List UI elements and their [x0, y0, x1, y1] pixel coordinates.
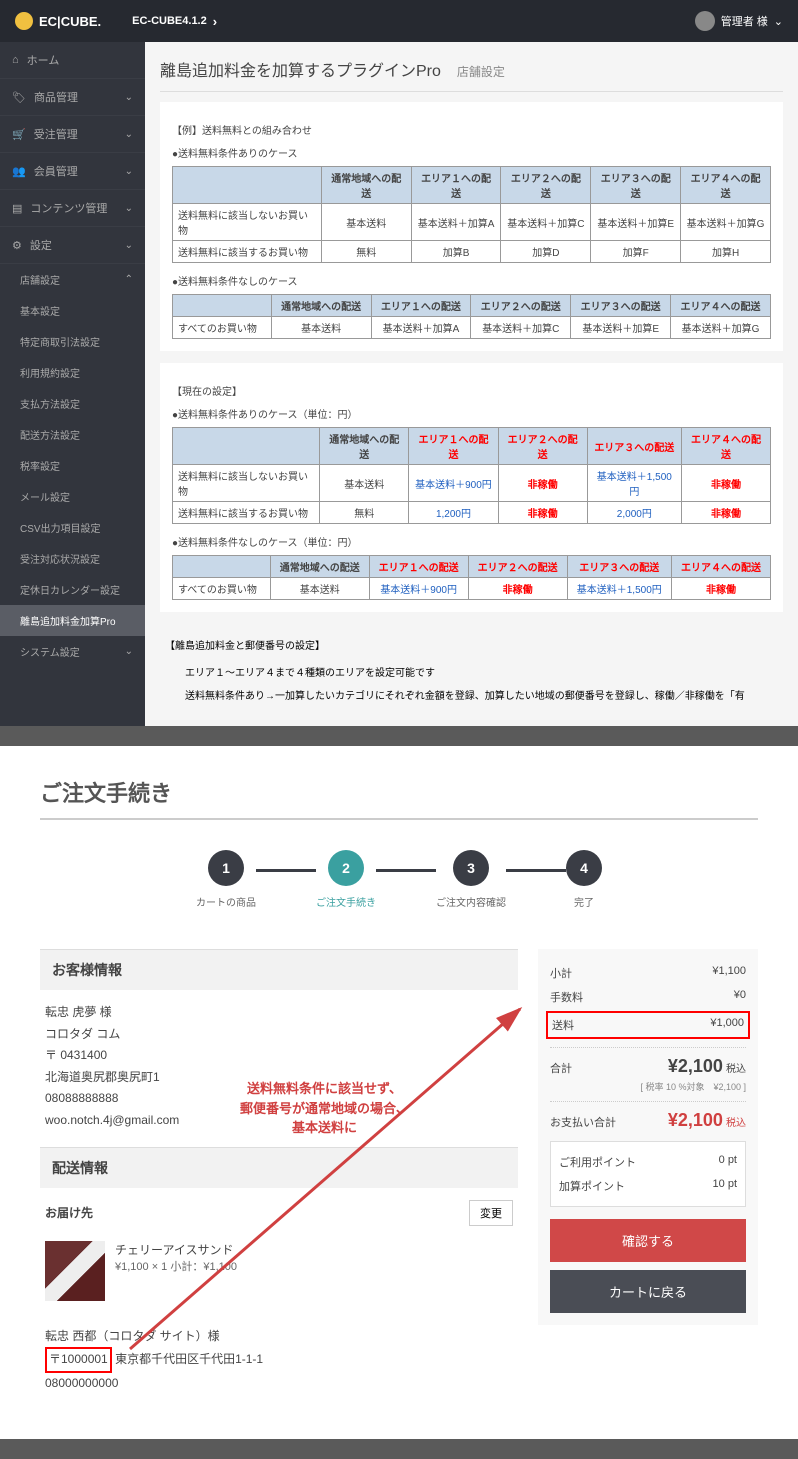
product-price: ¥1,100 × 1 小計：¥1,100: [115, 1258, 237, 1274]
bullet: ●送料無料条件なしのケース: [172, 273, 771, 288]
shipping-row-highlight: 送料¥1,000: [546, 1011, 750, 1039]
user-icon: [695, 11, 715, 31]
chevron-down-icon: ⌄: [774, 15, 783, 28]
nav-sub[interactable]: 定休日カレンダー設定: [0, 574, 145, 605]
chevron-down-icon: ⌄: [125, 646, 133, 657]
table-example-2: 通常地域への配送エリア１への配送エリア２への配送エリア３への配送エリア４への配送…: [172, 294, 771, 339]
table-current-2: 通常地域への配送エリア１への配送エリア２への配送エリア３への配送エリア４への配送…: [172, 555, 771, 600]
chevron-down-icon: ⌄: [125, 92, 133, 103]
card-current: 【現在の設定】 ●送料無料条件ありのケース（単位：円） 通常地域への配送エリア１…: [160, 363, 783, 612]
nav-sub[interactable]: 基本設定: [0, 295, 145, 326]
nav-members[interactable]: 👥会員管理⌄: [0, 153, 145, 190]
delivery-header: お届け先 変更: [40, 1200, 518, 1236]
card-heading: 【現在の設定】: [172, 383, 771, 398]
nav-shop-settings[interactable]: 店舗設定⌃: [0, 264, 145, 295]
step-3: 3: [453, 850, 489, 886]
nav-sub[interactable]: 利用規約設定: [0, 357, 145, 388]
gear-icon: ⚙: [12, 239, 22, 252]
shipping-info-heading: 配送情報: [40, 1147, 518, 1188]
nav-sub[interactable]: 支払方法設定: [0, 388, 145, 419]
product-row: チェリーアイスサンド ¥1,100 × 1 小計：¥1,100: [40, 1236, 518, 1306]
logo: EC|CUBE. EC-CUBE4.1.2 ›: [15, 12, 217, 30]
step-4: 4: [566, 850, 602, 886]
cart-icon: 🛒: [12, 128, 26, 141]
chevron-right-icon: ›: [213, 14, 217, 29]
brand: EC|CUBE.: [39, 14, 101, 29]
table-current-1: 通常地域への配送エリア１への配送エリア２への配送エリア３への配送エリア４への配送…: [172, 427, 771, 524]
step-2: 2: [328, 850, 364, 886]
chevron-down-icon: ⌄: [125, 129, 133, 140]
checkout-steps: 1カートの商品 2ご注文手続き 3ご注文内容確認 4完了: [40, 850, 758, 909]
nav-system[interactable]: システム設定⌄: [0, 636, 145, 667]
product-name: チェリーアイスサンド: [115, 1241, 237, 1258]
back-to-cart-button[interactable]: カートに戻る: [550, 1270, 746, 1313]
logo-icon: [15, 12, 33, 30]
bullet: ●送料無料条件ありのケース: [172, 145, 771, 160]
nav-sub[interactable]: 配送方法設定: [0, 419, 145, 450]
zip-highlight: 〒1000001: [45, 1347, 112, 1373]
page-title: 離島追加料金を加算するプラグインPro 店舗設定: [160, 57, 783, 92]
nav-sub[interactable]: 税率設定: [0, 450, 145, 481]
nav-sub[interactable]: 受注対応状況設定: [0, 543, 145, 574]
product-thumbnail: [45, 1241, 105, 1301]
card-example: 【例】送料無料との組み合わせ ●送料無料条件ありのケース 通常地域への配送エリア…: [160, 102, 783, 351]
nav-home[interactable]: ⌂ホーム: [0, 42, 145, 79]
user-label: 管理者 様: [721, 13, 768, 29]
version: EC-CUBE4.1.2: [132, 15, 207, 27]
card-heading: 【例】送料無料との組み合わせ: [172, 122, 771, 137]
card-heading: 【離島追加料金と郵便番号の設定】: [165, 637, 778, 652]
topbar: EC|CUBE. EC-CUBE4.1.2 › 管理者 様 ⌄: [0, 0, 798, 42]
table-example-1: 通常地域への配送エリア１への配送エリア２への配送エリア３への配送エリア４への配送…: [172, 166, 771, 263]
nav-contents[interactable]: ▤コンテンツ管理⌄: [0, 190, 145, 227]
chevron-down-icon: ⌄: [125, 203, 133, 214]
confirm-button[interactable]: 確認する: [550, 1219, 746, 1262]
tag-icon: 🏷: [12, 91, 26, 104]
home-icon: ⌂: [12, 54, 19, 66]
customer-info-heading: お客様情報: [40, 949, 518, 990]
order-title: ご注文手続き: [40, 776, 758, 820]
sidebar: ⌂ホーム 🏷商品管理⌄ 🛒受注管理⌄ 👥会員管理⌄ ▤コンテンツ管理⌄ ⚙設定⌄…: [0, 42, 145, 726]
nav-sub[interactable]: メール設定: [0, 481, 145, 512]
change-button[interactable]: 変更: [469, 1200, 513, 1226]
nav-sub[interactable]: CSV出力項目設定: [0, 512, 145, 543]
nav-orders[interactable]: 🛒受注管理⌄: [0, 116, 145, 153]
doc-icon: ▤: [12, 202, 22, 215]
users-icon: 👥: [12, 165, 26, 178]
annotation-text: 送料無料条件に該当せず、 郵便番号が通常地域の場合、 基本送料に: [240, 1079, 409, 1138]
nav-settings[interactable]: ⚙設定⌄: [0, 227, 145, 264]
card-zip: 【離島追加料金と郵便番号の設定】 エリア１～エリア４まで４種類のエリアを設定可能…: [160, 624, 783, 711]
nav-sub[interactable]: 特定商取引法設定: [0, 326, 145, 357]
user-menu[interactable]: 管理者 様 ⌄: [695, 11, 783, 31]
main-content: 離島追加料金を加算するプラグインPro 店舗設定 【例】送料無料との組み合わせ …: [145, 42, 798, 726]
bullet: ●送料無料条件なしのケース（単位：円）: [172, 534, 771, 549]
chevron-up-icon: ⌃: [125, 274, 133, 285]
nav-sub-active[interactable]: 離島追加料金加算Pro: [0, 605, 145, 636]
bullet: ●送料無料条件ありのケース（単位：円）: [172, 406, 771, 421]
nav-products[interactable]: 🏷商品管理⌄: [0, 79, 145, 116]
order-summary: 小計¥1,100 手数料¥0 送料¥1,000 合計¥2,100 税込 [ 税率…: [538, 949, 758, 1325]
chevron-down-icon: ⌄: [125, 240, 133, 251]
chevron-down-icon: ⌄: [125, 166, 133, 177]
ship-address: 転忠 西都（コロタダ サイト）様 〒1000001 東京都千代田区千代田1-1-…: [40, 1326, 518, 1410]
step-1: 1: [208, 850, 244, 886]
